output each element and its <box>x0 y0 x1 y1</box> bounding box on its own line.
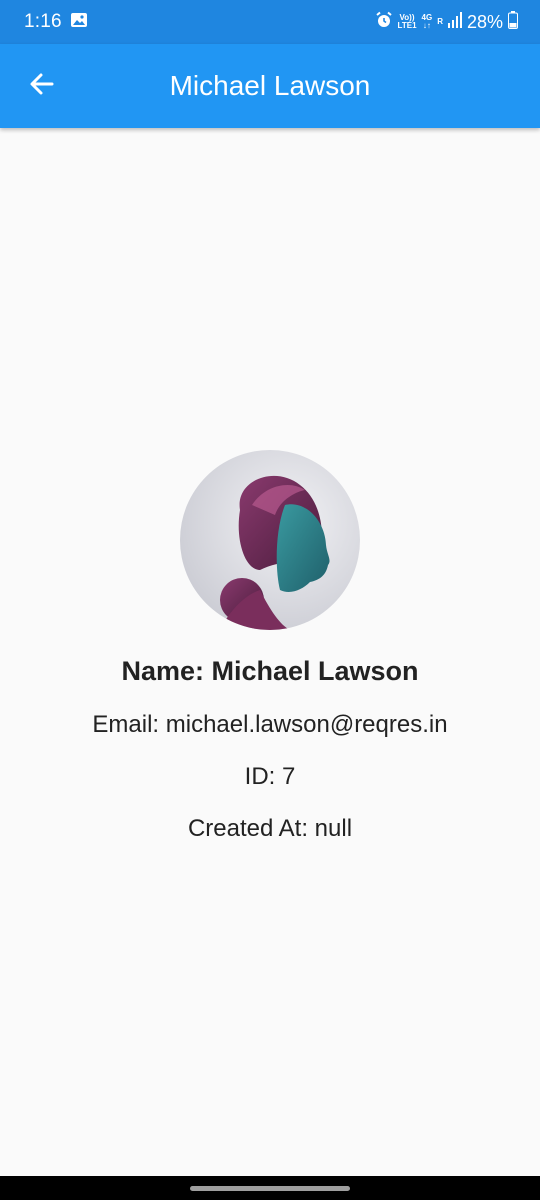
user-id: ID: 7 <box>244 763 296 790</box>
page-title: Michael Lawson <box>169 70 371 101</box>
app-bar: Michael Lawson <box>0 44 540 128</box>
status-time: 1:16 <box>24 11 62 32</box>
volte-bottom-text: LTE1 <box>397 21 417 30</box>
alarm-icon <box>375 11 393 34</box>
user-name: Name: Michael Lawson <box>121 656 419 686</box>
status-left: 1:16 <box>24 11 88 33</box>
battery-percent: 28% <box>466 11 503 32</box>
signal-icon <box>447 11 462 33</box>
back-button[interactable] <box>22 66 62 106</box>
status-bar: 1:16 Vo)) LTE1 4G ↓↑ R 28% <box>0 0 540 44</box>
roaming-indicator: R <box>437 17 443 26</box>
status-right: Vo)) LTE1 4G ↓↑ R 28% <box>375 10 518 34</box>
avatar <box>180 450 360 630</box>
volte-indicator: Vo)) LTE1 <box>398 14 417 30</box>
user-created-at: Created At: null <box>187 815 353 842</box>
battery-icon <box>508 10 518 34</box>
user-detail-content: Name: Michael Lawson Email: michael.laws… <box>0 128 540 1178</box>
user-email: Email: michael.lawson@reqres.in <box>92 711 448 738</box>
navigation-bar <box>0 1176 540 1200</box>
gallery-icon <box>70 12 88 33</box>
arrow-back-icon <box>28 70 56 103</box>
network-indicator: 4G ↓↑ <box>422 14 433 30</box>
data-arrows-text: ↓↑ <box>422 21 431 30</box>
home-gesture-handle[interactable] <box>190 1186 350 1191</box>
